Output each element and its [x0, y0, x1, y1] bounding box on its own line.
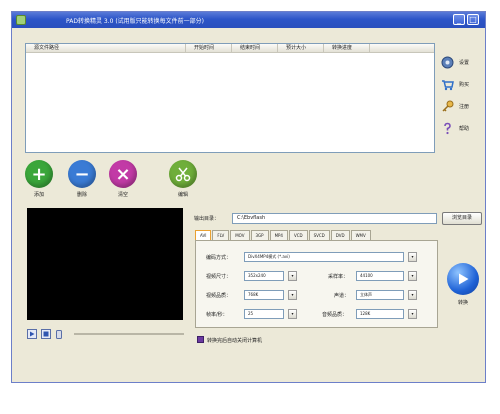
file-list-header: 源文件路径 开始时间 结束时间 预计大小 转换进度	[26, 44, 434, 53]
tab-dvd[interactable]: DVD	[330, 230, 350, 240]
minus-icon: −	[68, 160, 96, 188]
scissors-icon	[169, 160, 197, 188]
help-button[interactable]: 帮助	[440, 120, 486, 136]
snapshot-button[interactable]	[55, 329, 62, 339]
format-tabs: AVI FLV MOV 3GP MP4 VCD SVCD DVD WMV	[195, 230, 372, 240]
video-size-field[interactable]: 352x240	[244, 271, 284, 281]
shutdown-checkbox[interactable]	[197, 336, 204, 343]
video-size-label: 视频尺寸：	[206, 274, 232, 280]
play-convert-icon	[447, 263, 479, 295]
buy-label: 购买	[459, 81, 470, 88]
snapshot-icon	[55, 329, 62, 339]
title-bar[interactable]: PAD转换精灵 3.0 (试用版只能转换每文件前一部分) _ □	[12, 12, 485, 28]
tab-3gp[interactable]: 3GP	[250, 230, 269, 240]
tab-mov[interactable]: MOV	[230, 230, 250, 240]
tab-flv[interactable]: FLV	[212, 230, 230, 240]
remove-label: 删除	[76, 192, 87, 198]
channel-field[interactable]: 立体声	[356, 290, 404, 300]
audio-quality-field[interactable]: 128K	[356, 309, 404, 319]
output-dir-field[interactable]: C:\Ebvflash	[232, 213, 437, 224]
codec-label: 编码方式：	[206, 255, 232, 261]
edit-label: 编辑	[177, 192, 188, 198]
audio-quality-dropdown-button[interactable]: ▾	[408, 309, 417, 319]
settings-label: 设置	[459, 59, 470, 66]
sample-rate-dropdown-button[interactable]: ▾	[408, 271, 417, 281]
settings-button[interactable]: 设置	[440, 54, 486, 70]
convert-label: 转换	[457, 300, 468, 306]
settings-panel: 编码方式： DivX4MP4模式 (*.avi) ▾ 视频尺寸： 352x240…	[195, 240, 438, 328]
video-quality-label: 视频品质：	[206, 293, 232, 299]
file-list[interactable]: 源文件路径 开始时间 结束时间 预计大小 转换进度	[25, 43, 435, 153]
sample-rate-label: 采样率：	[328, 274, 349, 280]
add-button[interactable]: + 添加	[24, 160, 54, 200]
video-preview	[27, 208, 183, 320]
app-icon	[16, 15, 26, 25]
maximize-button[interactable]: □	[467, 14, 479, 25]
tab-svcd[interactable]: SVCD	[308, 230, 330, 240]
fps-field[interactable]: 25	[244, 309, 284, 319]
shutdown-label: 转换完后自动关闭计算机	[207, 338, 263, 344]
browse-button[interactable]: 浏览目录	[442, 212, 482, 225]
column-progress[interactable]: 转换进度	[324, 44, 370, 52]
column-start-time[interactable]: 开始时间	[186, 44, 232, 52]
window-title: PAD转换精灵 3.0 (试用版只能转换每文件前一部分)	[66, 17, 204, 25]
tab-vcd[interactable]: VCD	[288, 230, 308, 240]
play-button[interactable]	[27, 329, 37, 339]
key-icon	[440, 99, 454, 113]
video-quality-field[interactable]: 768K	[244, 290, 284, 300]
video-quality-dropdown-button[interactable]: ▾	[288, 290, 297, 300]
column-end-time[interactable]: 结束时间	[232, 44, 278, 52]
video-size-dropdown-button[interactable]: ▾	[288, 271, 297, 281]
remove-button[interactable]: − 删除	[67, 160, 97, 200]
audio-quality-label: 音频品质：	[322, 312, 348, 318]
column-estimated-size[interactable]: 预计大小	[278, 44, 324, 52]
add-label: 添加	[33, 192, 44, 198]
main-window: PAD转换精灵 3.0 (试用版只能转换每文件前一部分) _ □ 源文件路径 开…	[11, 11, 486, 383]
edit-button[interactable]: 编辑	[168, 160, 198, 200]
gear-icon	[440, 55, 454, 69]
codec-dropdown-button[interactable]: ▾	[408, 252, 417, 262]
tab-wmv[interactable]: WMV	[350, 230, 371, 240]
fps-label: 帧率/秒：	[206, 312, 228, 318]
register-label: 注册	[459, 103, 470, 110]
convert-button[interactable]: 转换	[443, 263, 483, 311]
fps-dropdown-button[interactable]: ▾	[288, 309, 297, 319]
channel-label: 声道：	[334, 293, 350, 299]
tab-avi[interactable]: AVI	[195, 230, 212, 240]
clear-button[interactable]: × 清空	[108, 160, 138, 200]
minimize-button[interactable]: _	[453, 14, 465, 25]
buy-button[interactable]: 购买	[440, 76, 486, 92]
output-dir-label: 输出目录：	[194, 216, 220, 222]
clear-x-icon: ×	[109, 160, 137, 188]
stop-button[interactable]	[41, 329, 51, 339]
register-button[interactable]: 注册	[440, 98, 486, 114]
seek-slider[interactable]	[74, 333, 184, 335]
codec-select[interactable]: DivX4MP4模式 (*.avi)	[244, 252, 404, 262]
tab-mp4[interactable]: MP4	[269, 230, 288, 240]
column-source-path[interactable]: 源文件路径	[26, 44, 186, 52]
question-icon	[440, 121, 454, 135]
sample-rate-field[interactable]: 44100	[356, 271, 404, 281]
channel-dropdown-button[interactable]: ▾	[408, 290, 417, 300]
cart-icon	[440, 77, 454, 91]
help-label: 帮助	[459, 125, 470, 132]
play-icon	[30, 331, 35, 337]
clear-label: 清空	[117, 192, 128, 198]
plus-icon: +	[25, 160, 53, 188]
stop-icon	[43, 331, 49, 337]
